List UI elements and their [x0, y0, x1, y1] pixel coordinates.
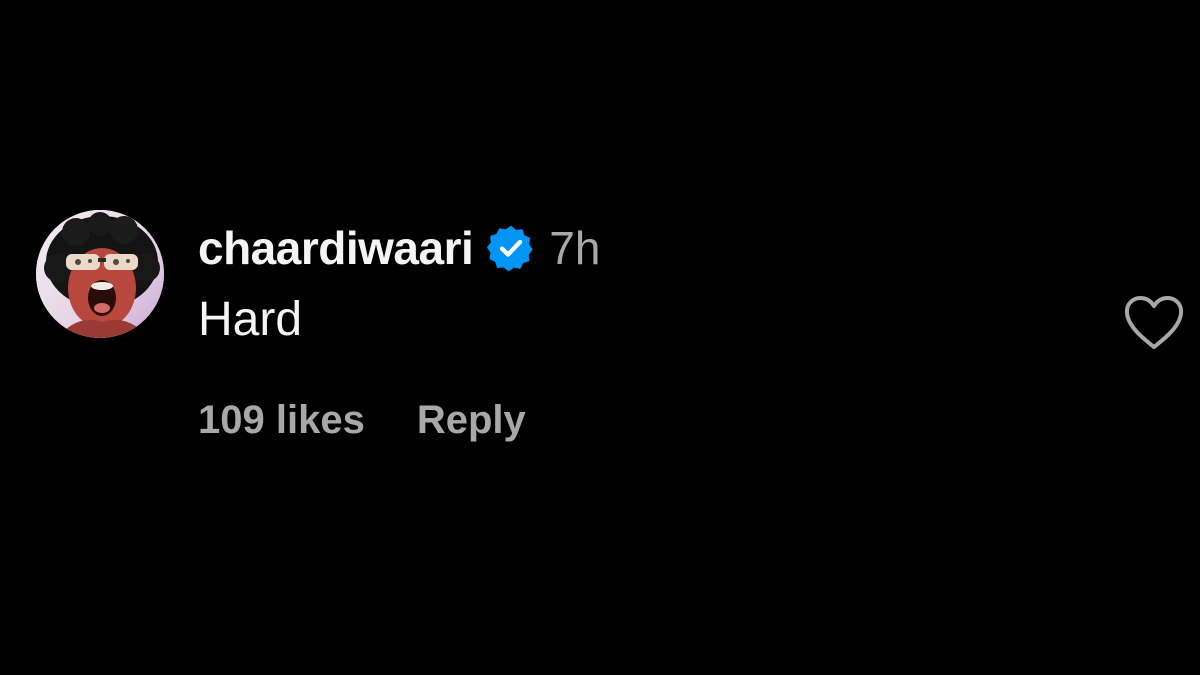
heart-outline-icon [1124, 296, 1184, 349]
reply-button[interactable]: Reply [417, 398, 526, 443]
comment-header: chaardiwaari 7h [198, 218, 600, 278]
comment-actions: 109 likes Reply [198, 398, 526, 443]
username-link[interactable]: chaardiwaari [198, 221, 474, 275]
avatar[interactable] [36, 210, 164, 338]
comment-text: Hard [198, 293, 303, 346]
like-button[interactable] [1122, 294, 1186, 352]
timestamp: 7h [549, 222, 601, 274]
avatar-image [36, 210, 164, 338]
verified-badge-icon [487, 224, 535, 272]
likes-count[interactable]: 109 likes [198, 398, 365, 443]
comment-item: chaardiwaari 7h Hard 109 likes Reply [36, 208, 1186, 458]
